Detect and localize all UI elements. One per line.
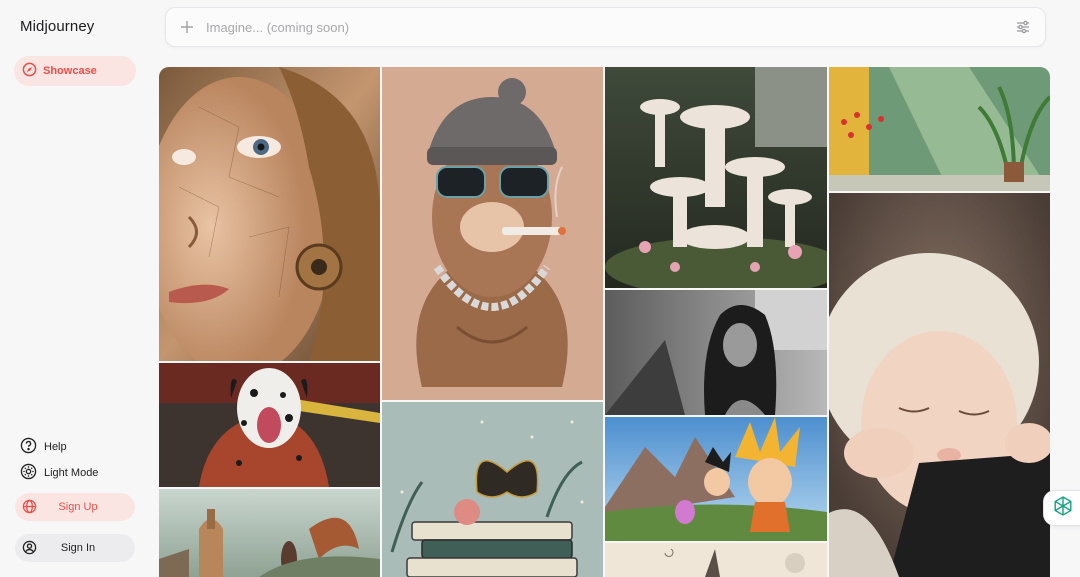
showcase-gallery bbox=[159, 67, 1050, 577]
sidebar: Midjourney Showcase Help Light Mode Sign… bbox=[0, 0, 150, 577]
gallery-image-dalmatian-dog[interactable] bbox=[159, 363, 380, 487]
gallery-image-woman-with-wings[interactable] bbox=[159, 489, 380, 577]
openai-logo-icon bbox=[1051, 494, 1075, 523]
gallery-image-butterfly-books[interactable] bbox=[382, 402, 603, 577]
gallery-image-anime-characters[interactable] bbox=[605, 417, 827, 541]
sign-in-button[interactable]: Sign In bbox=[15, 534, 135, 562]
help-icon bbox=[20, 437, 37, 457]
gallery-image-sleeping-baby[interactable] bbox=[829, 193, 1050, 577]
settings-sliders-icon[interactable] bbox=[1015, 19, 1031, 35]
gallery-image-sunlit-room[interactable] bbox=[829, 67, 1050, 191]
brand-logo-text[interactable]: Midjourney bbox=[20, 18, 94, 35]
light-mode-label: Light Mode bbox=[44, 467, 99, 479]
sidebar-footer-links: Help Light Mode bbox=[20, 437, 99, 490]
imagine-search-bar bbox=[165, 7, 1046, 47]
gallery-image-cyborg-woman-face[interactable] bbox=[159, 67, 380, 361]
gallery-image-white-mushrooms[interactable] bbox=[605, 67, 827, 288]
plus-icon[interactable] bbox=[179, 19, 195, 35]
compass-icon bbox=[22, 62, 37, 80]
gallery-image-camel-sunglasses[interactable] bbox=[382, 67, 603, 400]
imagine-prompt-input[interactable] bbox=[206, 17, 986, 37]
gallery-image-sketch-partial[interactable] bbox=[605, 543, 827, 577]
sun-icon bbox=[20, 463, 37, 483]
assistant-widget-button[interactable] bbox=[1043, 490, 1080, 526]
help-label: Help bbox=[44, 441, 67, 453]
sign-up-button[interactable]: Sign Up bbox=[15, 493, 135, 521]
gallery-image-woman-bw-street[interactable] bbox=[605, 290, 827, 415]
help-link[interactable]: Help bbox=[20, 437, 98, 457]
sidebar-item-label: Showcase bbox=[43, 65, 97, 77]
sidebar-item-showcase[interactable]: Showcase bbox=[14, 56, 136, 86]
light-mode-toggle[interactable]: Light Mode bbox=[20, 463, 99, 483]
